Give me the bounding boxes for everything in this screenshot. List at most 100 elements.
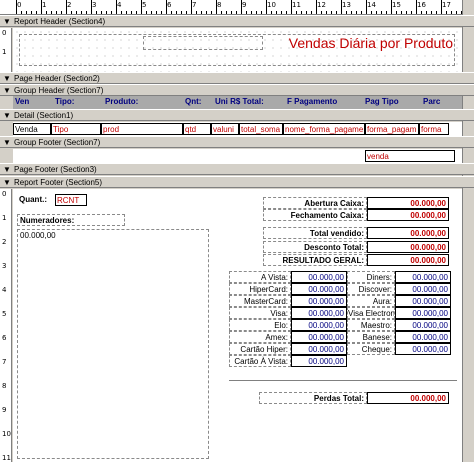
ruler-tick bbox=[391, 0, 392, 14]
col-header-qnt[interactable]: Qnt: bbox=[185, 97, 201, 108]
summary-value[interactable]: 00.000,00 bbox=[367, 197, 449, 209]
payment-label[interactable]: Aura: bbox=[347, 295, 395, 307]
band-detail[interactable]: ▼ Detail (Section1) bbox=[0, 109, 474, 121]
ruler-tick bbox=[61, 11, 62, 14]
payment-label[interactable]: MasterCard: bbox=[229, 295, 291, 307]
col-header-produto[interactable]: Produto: bbox=[105, 97, 138, 108]
section-report-footer[interactable]: Quant.: RCNT Numeradores: 00.000,00 Aber… bbox=[13, 189, 462, 462]
payment-value[interactable]: 00.000,00 bbox=[395, 307, 451, 319]
vertical-ruler-report-footer: 0 1 2 3 4 5 6 7 8 9 10 11 bbox=[0, 189, 12, 462]
payment-label[interactable]: Visa Electron: bbox=[347, 307, 395, 319]
summary-label[interactable]: Abertura Caixa: bbox=[263, 197, 367, 209]
quant-label[interactable]: Quant.: bbox=[19, 194, 55, 205]
payment-value[interactable]: 00.000,00 bbox=[291, 271, 347, 283]
payment-value[interactable]: 00.000,00 bbox=[395, 283, 451, 295]
payment-value[interactable]: 00.000,00 bbox=[291, 307, 347, 319]
payment-label[interactable]: Elo: bbox=[229, 319, 291, 331]
ruler-tick bbox=[426, 11, 427, 14]
band-arrow-icon: ▼ bbox=[3, 178, 11, 187]
ruler-mark-label: 2 bbox=[2, 238, 7, 246]
numeradores-box[interactable]: 00.000,00 bbox=[17, 229, 209, 459]
ruler-mark-label: 0 bbox=[2, 190, 7, 198]
field-total-soma[interactable]: total_soma bbox=[239, 123, 283, 135]
payment-value[interactable]: 00.000,00 bbox=[291, 295, 347, 307]
payment-value[interactable]: 00.000,00 bbox=[291, 319, 347, 331]
payment-value[interactable]: 00.000,00 bbox=[291, 283, 347, 295]
summary-value[interactable]: 00.000,00 bbox=[367, 254, 449, 266]
ruler-tick bbox=[301, 11, 302, 14]
payment-value[interactable]: 00.000,00 bbox=[291, 355, 347, 367]
field-nome-forma-pagamento[interactable]: nome_forma_pagame bbox=[283, 123, 365, 135]
payment-value[interactable]: 00.000,00 bbox=[395, 271, 451, 283]
field-venda[interactable]: Venda bbox=[13, 123, 51, 135]
ruler-tick bbox=[141, 0, 142, 14]
ruler-tick bbox=[251, 11, 252, 14]
section-report-header[interactable]: Vendas Diária por Produto bbox=[13, 28, 462, 72]
summary-value[interactable]: 00.000,00 bbox=[367, 227, 449, 239]
payment-value[interactable]: 00.000,00 bbox=[291, 343, 347, 355]
designer-right-margin bbox=[462, 0, 474, 462]
band-group-header[interactable]: ▼ Group Header (Section7) bbox=[0, 84, 474, 96]
payment-label[interactable]: Amex: bbox=[229, 331, 291, 343]
section-group-footer[interactable]: venda bbox=[13, 149, 462, 163]
band-page-header[interactable]: ▼ Page Header (Section2) bbox=[0, 72, 474, 84]
band-report-header[interactable]: ▼ Report Header (Section4) bbox=[0, 15, 474, 27]
losses-label[interactable]: Perdas Total: bbox=[259, 392, 367, 404]
field-prod[interactable]: prod bbox=[101, 123, 183, 135]
field-group-venda[interactable]: venda bbox=[365, 150, 455, 162]
band-page-footer[interactable]: ▼ Page Footer (Section3) bbox=[0, 163, 474, 175]
vertical-ruler-report-header: 01 bbox=[0, 28, 12, 72]
summary-value[interactable]: 00.000,00 bbox=[367, 209, 449, 221]
summary-value[interactable]: 00.000,00 bbox=[367, 241, 449, 253]
payment-label[interactable]: Maestro: bbox=[347, 319, 395, 331]
payment-label[interactable]: Diners: bbox=[347, 271, 395, 283]
payment-value[interactable]: 00.000,00 bbox=[395, 295, 451, 307]
section-group-header[interactable]: Ven Tipo: Produto: Qnt: Uni R$ Total: F … bbox=[13, 96, 462, 109]
ruler-tick bbox=[441, 0, 442, 14]
col-header-tipo[interactable]: Tipo: bbox=[55, 97, 74, 108]
losses-value[interactable]: 00.000,00 bbox=[367, 392, 449, 404]
numeradores-label[interactable]: Numeradores: bbox=[17, 214, 125, 226]
payment-value[interactable]: 00.000,00 bbox=[291, 331, 347, 343]
ruler-tick bbox=[356, 11, 357, 14]
payment-label[interactable]: HiperCard: bbox=[229, 283, 291, 295]
ruler-mark-label: 7 bbox=[192, 1, 197, 9]
ruler-mark-label: 17 bbox=[442, 1, 451, 9]
payment-label[interactable]: A Vista: bbox=[229, 271, 291, 283]
col-header-uni-total[interactable]: Uni R$ Total: bbox=[215, 97, 264, 108]
ruler-tick bbox=[81, 11, 82, 14]
section-detail[interactable]: Venda Tipo prod qtd valuni total_soma no… bbox=[13, 122, 462, 136]
payment-label[interactable]: Discover: bbox=[347, 283, 395, 295]
payment-label[interactable]: Cheque: bbox=[347, 343, 395, 355]
summary-label[interactable]: Desconto Total: bbox=[263, 241, 367, 253]
col-header-f-pagamento[interactable]: F Pagamento bbox=[287, 97, 337, 108]
field-qtd[interactable]: qtd bbox=[183, 123, 211, 135]
payment-label[interactable]: Cartão À Vista: bbox=[229, 355, 291, 367]
summary-label[interactable]: Total vendido: bbox=[263, 227, 367, 239]
payment-label[interactable]: Cartão Hiper: bbox=[229, 343, 291, 355]
header-placeholder-box[interactable] bbox=[143, 36, 263, 50]
payment-value[interactable]: 00.000,00 bbox=[395, 343, 451, 355]
summary-label[interactable]: Fechamento Caixa: bbox=[263, 209, 367, 221]
payment-value[interactable]: 00.000,00 bbox=[395, 331, 451, 343]
payment-label[interactable]: Visa: bbox=[229, 307, 291, 319]
payment-value[interactable]: 00.000,00 bbox=[395, 319, 451, 331]
col-header-parc[interactable]: Parc bbox=[423, 97, 440, 108]
summary-label[interactable]: RESULTADO GERAL: bbox=[263, 254, 367, 266]
field-forma-pagamento[interactable]: forma_pagam bbox=[365, 123, 419, 135]
field-valuni[interactable]: valuni bbox=[211, 123, 239, 135]
band-report-footer[interactable]: ▼ Report Footer (Section5) bbox=[0, 176, 474, 188]
field-tipo[interactable]: Tipo bbox=[51, 123, 101, 135]
ruler-tick bbox=[231, 11, 232, 14]
field-forma[interactable]: forma bbox=[419, 123, 449, 135]
payment-label[interactable]: Banese: bbox=[347, 331, 395, 343]
ruler-tick bbox=[66, 0, 67, 14]
ruler-tick bbox=[16, 0, 17, 14]
col-header-pag-tipo[interactable]: Pag Tipo bbox=[365, 97, 399, 108]
ruler-mark-label: 4 bbox=[2, 286, 7, 294]
band-group-footer[interactable]: ▼ Group Footer (Section7) bbox=[0, 136, 474, 148]
ruler-tick bbox=[436, 11, 437, 14]
col-header-ven[interactable]: Ven bbox=[15, 97, 29, 108]
quant-field[interactable]: RCNT bbox=[55, 194, 87, 206]
report-title[interactable]: Vendas Diária por Produto bbox=[267, 34, 453, 52]
